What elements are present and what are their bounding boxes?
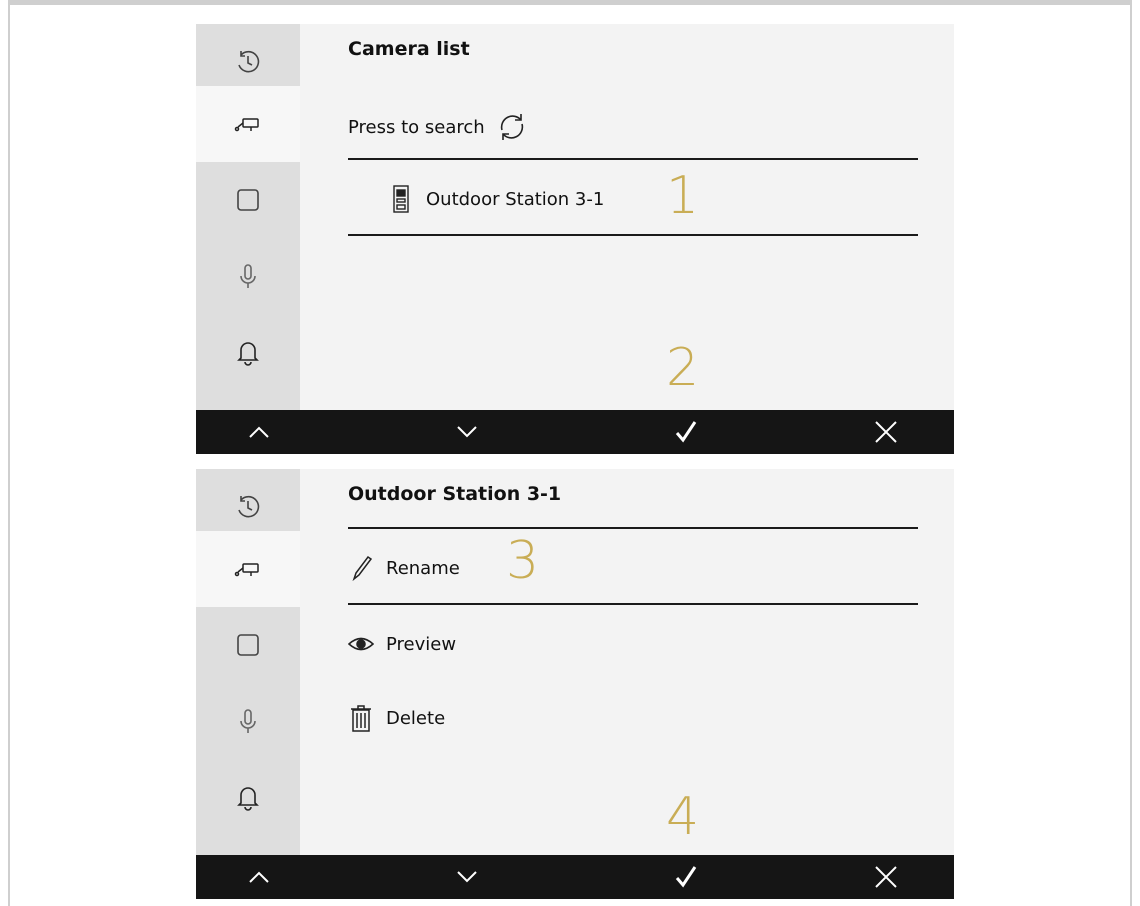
callout-number: 1 <box>666 166 700 226</box>
bottom-bar <box>196 855 954 899</box>
menu-item-label: Rename <box>386 557 460 579</box>
sidebar <box>196 24 300 410</box>
list-item-outdoor-station[interactable]: Outdoor Station 3-1 <box>388 184 604 214</box>
callout-number: 3 <box>506 531 540 591</box>
content-area: Outdoor Station 3-1 Rename Preview Delet… <box>300 469 954 855</box>
content-area: Camera list Press to search Outdoor Stat… <box>300 24 954 410</box>
sidebar-item-square[interactable] <box>196 607 300 683</box>
callout-number: 2 <box>666 338 700 398</box>
menu-item-rename[interactable]: Rename <box>348 553 460 583</box>
bell-icon <box>237 342 259 366</box>
sidebar-item-bell[interactable] <box>196 314 300 390</box>
search-label: Press to search <box>348 116 485 138</box>
page-title: Camera list <box>348 38 470 60</box>
down-button[interactable] <box>422 855 512 899</box>
close-button[interactable] <box>841 410 931 454</box>
checkmark-icon <box>675 866 697 888</box>
confirm-button[interactable] <box>641 410 731 454</box>
frame-border-left <box>8 0 10 906</box>
bottom-bar <box>196 410 954 454</box>
sidebar-item-camera[interactable] <box>196 86 300 162</box>
screen-outdoor-station: Outdoor Station 3-1 Rename Preview Delet… <box>196 469 954 899</box>
divider <box>348 158 918 160</box>
divider <box>348 603 918 605</box>
search-button[interactable]: Press to search <box>348 110 529 144</box>
close-icon <box>875 866 897 888</box>
camera-icon <box>234 118 259 132</box>
eye-icon <box>348 637 374 651</box>
pencil-icon <box>352 555 373 582</box>
callout-number: 4 <box>666 787 700 847</box>
chevron-down-icon <box>457 426 477 438</box>
checkmark-icon <box>675 421 697 443</box>
trash-icon <box>351 705 371 732</box>
close-icon <box>875 421 897 443</box>
menu-item-preview[interactable]: Preview <box>348 629 456 659</box>
square-icon <box>237 189 259 211</box>
square-icon <box>237 634 259 656</box>
camera-icon <box>234 563 259 577</box>
microphone-icon <box>240 709 256 733</box>
sidebar-item-microphone[interactable] <box>196 238 300 314</box>
sidebar <box>196 469 300 855</box>
chevron-up-icon <box>249 871 269 883</box>
menu-item-label: Preview <box>386 633 457 655</box>
sidebar-item-camera[interactable] <box>196 531 300 607</box>
frame-border-top <box>8 0 1132 5</box>
sidebar-item-square[interactable] <box>196 162 300 238</box>
sidebar-item-microphone[interactable] <box>196 683 300 759</box>
menu-item-label: Delete <box>386 707 446 729</box>
bell-icon <box>237 787 259 811</box>
close-button[interactable] <box>841 855 931 899</box>
divider <box>348 527 918 529</box>
list-item-label: Outdoor Station 3-1 <box>426 188 605 210</box>
up-button[interactable] <box>214 410 304 454</box>
confirm-button[interactable] <box>641 855 731 899</box>
chevron-up-icon <box>249 426 269 438</box>
frame-border-right <box>1130 0 1132 906</box>
refresh-icon <box>500 114 523 140</box>
outdoor-station-icon <box>393 185 409 213</box>
history-icon <box>238 50 260 73</box>
screen-camera-list: Camera list Press to search Outdoor Stat… <box>196 24 954 454</box>
up-button[interactable] <box>214 855 304 899</box>
chevron-down-icon <box>457 871 477 883</box>
page-title: Outdoor Station 3-1 <box>348 483 562 505</box>
down-button[interactable] <box>422 410 512 454</box>
menu-item-delete[interactable]: Delete <box>348 703 445 733</box>
sidebar-item-bell[interactable] <box>196 759 300 835</box>
divider <box>348 234 918 236</box>
history-icon <box>238 495 260 518</box>
microphone-icon <box>240 264 256 288</box>
